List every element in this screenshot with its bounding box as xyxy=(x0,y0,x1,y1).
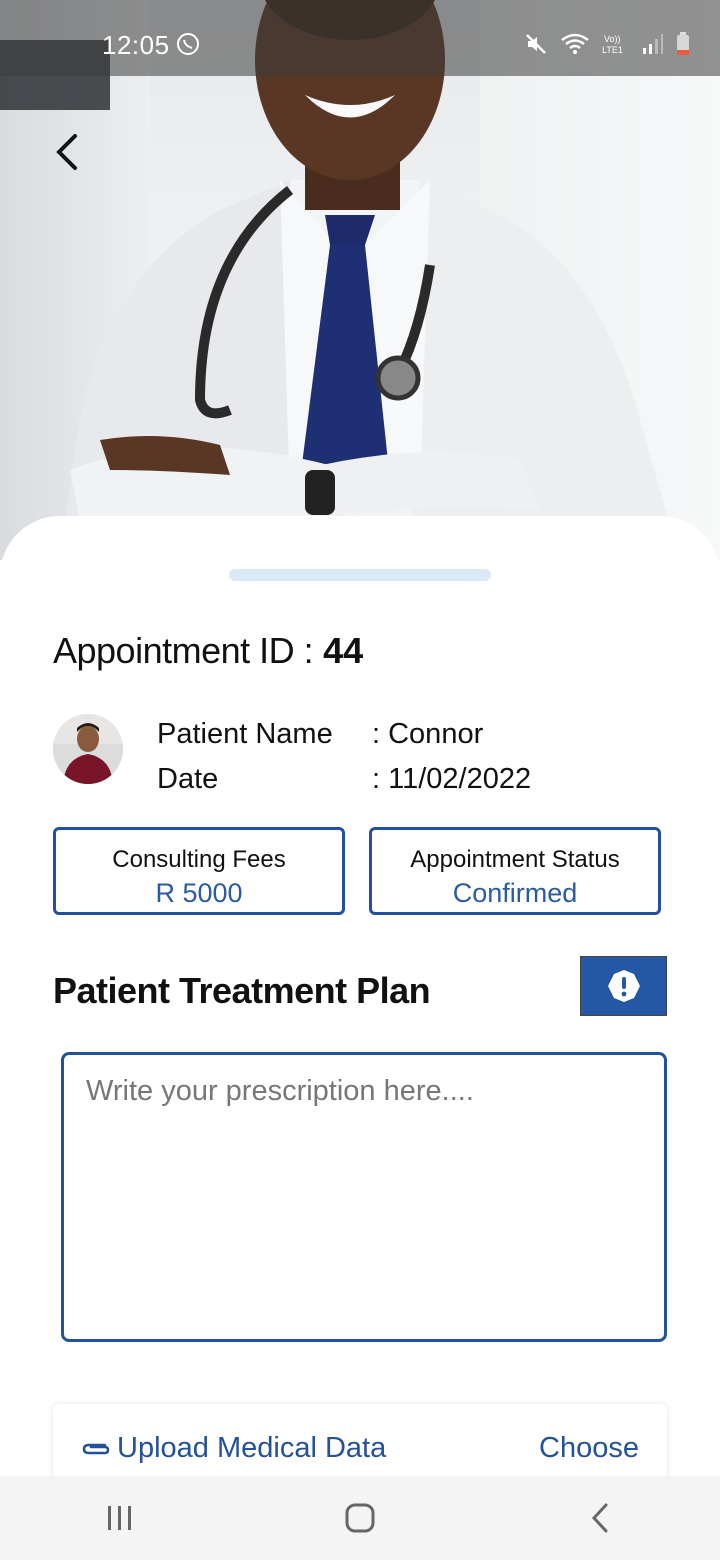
back-button[interactable] xyxy=(46,128,86,176)
patient-name-label: Patient Name xyxy=(157,718,333,750)
appointment-id-value: 44 xyxy=(323,630,364,671)
volte-icon: Vo)) LTE1 xyxy=(602,32,630,56)
appointment-status-card: Appointment Status Confirmed xyxy=(369,827,661,915)
appointment-status-value: Confirmed xyxy=(452,878,578,908)
prescription-box xyxy=(61,1052,667,1342)
doctor-hero-image xyxy=(0,0,720,560)
status-time: 12:05 xyxy=(102,30,170,60)
treatment-plan-title: Patient Treatment Plan xyxy=(53,970,431,1011)
prescription-input[interactable] xyxy=(84,1073,648,1325)
svg-text:Vo)): Vo)) xyxy=(604,34,621,44)
signal-icon xyxy=(642,32,664,56)
patient-info: Patient Name : Connor Date : 11/02/2022 xyxy=(157,712,531,802)
status-bar: 12:05 Vo)) LTE1 xyxy=(0,0,720,76)
system-back-button[interactable] xyxy=(540,1488,660,1548)
patient-photo xyxy=(53,714,123,784)
recent-apps-button[interactable] xyxy=(60,1488,180,1548)
appointment-id-heading: Appointment ID : 44 xyxy=(53,630,363,672)
upload-medical-data-button[interactable]: Upload Medical Data xyxy=(81,1432,386,1465)
svg-text:LTE1: LTE1 xyxy=(602,45,623,55)
date-value: : 11/02/2022 xyxy=(372,763,532,795)
date-row: Date : 11/02/2022 xyxy=(157,757,531,802)
chevron-left-icon xyxy=(56,134,77,170)
wifi-icon xyxy=(560,32,590,56)
paperclip-icon xyxy=(82,1443,110,1454)
mute-icon xyxy=(524,32,548,56)
patient-avatar xyxy=(53,714,123,784)
consulting-fees-value: R 5000 xyxy=(155,878,243,908)
upload-medical-data-row[interactable]: Upload Medical Data Choose xyxy=(53,1404,667,1484)
date-label: Date xyxy=(157,763,219,795)
appointment-id-label: Appointment ID : xyxy=(53,630,314,671)
upload-medical-data-label: Upload Medical Data xyxy=(117,1432,387,1464)
doctor-illustration xyxy=(60,0,680,560)
treatment-info-button[interactable] xyxy=(580,956,667,1016)
patient-name-row: Patient Name : Connor xyxy=(157,712,531,757)
back-icon xyxy=(591,1503,608,1533)
home-button[interactable] xyxy=(300,1488,420,1548)
consulting-fees-card: Consulting Fees R 5000 xyxy=(53,827,345,915)
choose-file-button[interactable]: Choose xyxy=(539,1432,639,1465)
alert-icon xyxy=(607,970,640,1002)
appointment-details-sheet: Appointment ID : 44 Patient Name : Conno… xyxy=(0,516,720,1560)
sheet-drag-handle[interactable] xyxy=(229,569,491,581)
consulting-fees-label: Consulting Fees xyxy=(112,846,286,873)
recent-apps-icon xyxy=(108,1506,131,1530)
whatsapp-icon xyxy=(177,33,199,55)
battery-icon xyxy=(676,32,690,56)
patient-name-value: : Connor xyxy=(372,718,484,750)
system-navigation-bar xyxy=(0,1476,720,1560)
appointment-status-label: Appointment Status xyxy=(410,846,620,873)
home-icon xyxy=(345,1503,375,1533)
